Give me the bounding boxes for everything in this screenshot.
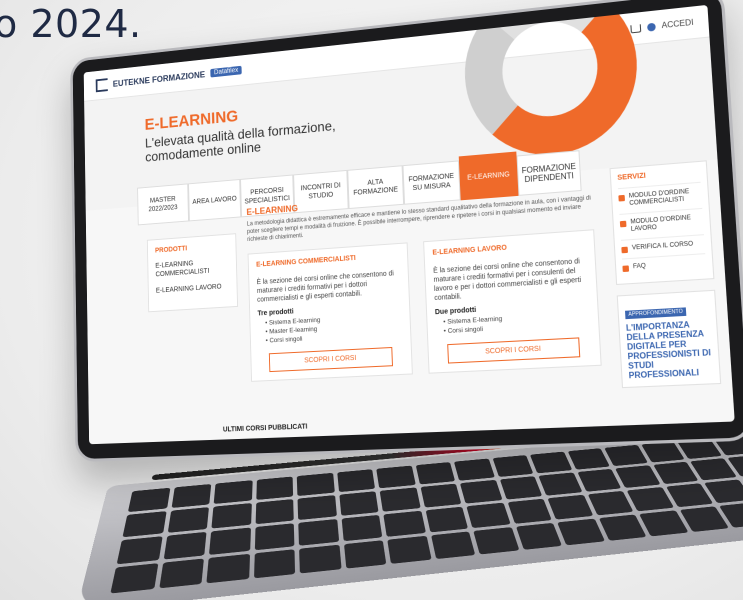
product-cards: E-LEARNING COMMERCIALISTI È la sezione d…	[248, 228, 621, 382]
login-link[interactable]: ACCEDI	[661, 18, 693, 31]
services-column: SERVIZI MODULO D'ORDINE COMMERCIALISTI M…	[609, 160, 723, 425]
card-title: E-LEARNING LAVORO	[432, 239, 585, 257]
check-icon	[621, 247, 628, 254]
news-card[interactable]: APPROFONDIMENTO L'IMPORTANZA DELLA PRESE…	[617, 290, 722, 388]
service-item[interactable]: FAQ	[622, 253, 706, 277]
keyboard-key	[376, 466, 415, 489]
keyboard-key	[538, 472, 582, 495]
card-products-list: • Sistema E-learning • Master E-learning…	[258, 311, 403, 346]
discover-courses-button[interactable]: SCOPRI I CORSI	[269, 347, 393, 372]
keyboard-key	[211, 503, 251, 529]
keyboard-key	[415, 462, 455, 484]
keyboard-key	[163, 532, 206, 560]
keyboard-key	[431, 531, 476, 559]
keyboard-key	[297, 495, 336, 520]
keyboard-key	[256, 477, 293, 501]
keyboard-key	[473, 527, 519, 554]
keyboard-key	[110, 563, 157, 593]
services-title: SERVIZI	[617, 168, 700, 182]
sidebar-item-e-learning-commercialisti[interactable]: E-LEARNING COMMERCIALISTI	[155, 257, 229, 279]
keyboard-key	[577, 469, 621, 492]
keyboard-key	[298, 519, 338, 546]
product-mockup: o 2024. EUTEKNE FORMAZIONE Dataﬁlex ACCE…	[0, 0, 743, 600]
card-description: È la sezione dei corsi online che consen…	[433, 257, 588, 303]
keyboard-key	[299, 545, 341, 574]
partner-logo: Dataﬁlex	[210, 66, 242, 78]
keyboard-key	[171, 484, 211, 508]
card-e-learning-commercialisti: E-LEARNING COMMERCIALISTI È la sezione d…	[248, 242, 413, 382]
keyboard-key	[209, 528, 250, 555]
keyboard-key	[339, 491, 379, 516]
keyboard-key	[492, 455, 533, 477]
logo-icon	[96, 78, 108, 92]
keyboard-key	[255, 499, 294, 524]
sidebar-item-e-learning-lavoro[interactable]: E-LEARNING LAVORO	[156, 282, 230, 295]
news-tag: APPROFONDIMENTO	[625, 307, 686, 319]
keyboard-key	[297, 473, 335, 496]
keyboard-key	[128, 488, 170, 512]
order-form-icon	[620, 221, 627, 228]
keyboard-key	[253, 549, 295, 578]
keyboard-key	[641, 442, 685, 463]
keyboard-key	[507, 499, 552, 524]
main-content: E-LEARNING La metodologia didattica è es…	[246, 178, 624, 438]
user-icon[interactable]	[647, 22, 656, 31]
products-sidebar: PRODOTTI E-LEARNING COMMERCIALISTI E-LEA…	[147, 233, 242, 442]
keyboard-key	[598, 514, 646, 540]
services-panel: SERVIZI MODULO D'ORDINE COMMERCIALISTI M…	[609, 160, 714, 285]
keyboard-key	[530, 452, 572, 474]
keyboard-key	[214, 480, 253, 504]
card-title: E-LEARNING COMMERCIALISTI	[256, 252, 399, 269]
keyboard-key	[454, 459, 495, 481]
headline: o 2024.	[0, 2, 142, 46]
keyboard-key	[615, 465, 660, 488]
order-form-icon	[618, 195, 625, 202]
laptop-screen: EUTEKNE FORMAZIONE Dataﬁlex ACCEDI E-LEA…	[84, 5, 735, 444]
keyboard-key	[639, 510, 688, 536]
news-title: L'IMPORTANZA DELLA PRESENZA DIGITALE PER…	[626, 319, 713, 381]
keyboard-key	[587, 491, 633, 516]
sidebar-title: PRODOTTI	[155, 242, 228, 254]
keyboard-key	[627, 487, 674, 511]
brand-name: EUTEKNE FORMAZIONE	[113, 69, 205, 88]
hero-graphic	[461, 5, 642, 162]
keyboard-key	[341, 515, 382, 541]
keyboard-key	[604, 445, 647, 466]
keyboard-key	[547, 495, 592, 520]
keyboard-key	[337, 469, 375, 492]
keyboard-key	[343, 540, 386, 568]
keyboard-key	[159, 558, 204, 588]
keyboard-key	[499, 476, 542, 499]
page-body: PRODOTTI E-LEARNING COMMERCIALISTI E-LEA…	[86, 159, 735, 444]
keyboard-key	[206, 554, 249, 584]
keyboard-key	[460, 480, 502, 504]
keyboard-key	[383, 511, 425, 537]
keyboard-key	[122, 511, 166, 537]
keyboard	[110, 435, 743, 594]
products-panel: PRODOTTI E-LEARNING COMMERCIALISTI E-LEA…	[147, 233, 238, 312]
keyboard-key	[567, 448, 610, 469]
keyboard-key	[466, 503, 510, 528]
cart-icon[interactable]	[630, 24, 641, 33]
keyboard-key	[117, 536, 162, 564]
account-area: ACCEDI	[630, 18, 694, 34]
keyboard-key	[557, 519, 604, 546]
keyboard-key	[387, 536, 431, 564]
keyboard-key	[254, 523, 294, 550]
keyboard-key	[420, 484, 461, 508]
keyboard-key	[425, 507, 468, 533]
faq-icon	[622, 265, 629, 272]
discover-courses-button[interactable]: SCOPRI I CORSI	[447, 337, 580, 363]
keyboard-key	[380, 487, 421, 511]
card-e-learning-lavoro: E-LEARNING LAVORO È la sezione dei corsi…	[423, 229, 602, 373]
laptop: EUTEKNE FORMAZIONE Dataﬁlex ACCEDI E-LEA…	[70, 0, 743, 462]
card-description: È la sezione dei corsi online che consen…	[257, 269, 401, 305]
keyboard-key	[515, 523, 561, 550]
keyboard-key	[167, 507, 209, 533]
